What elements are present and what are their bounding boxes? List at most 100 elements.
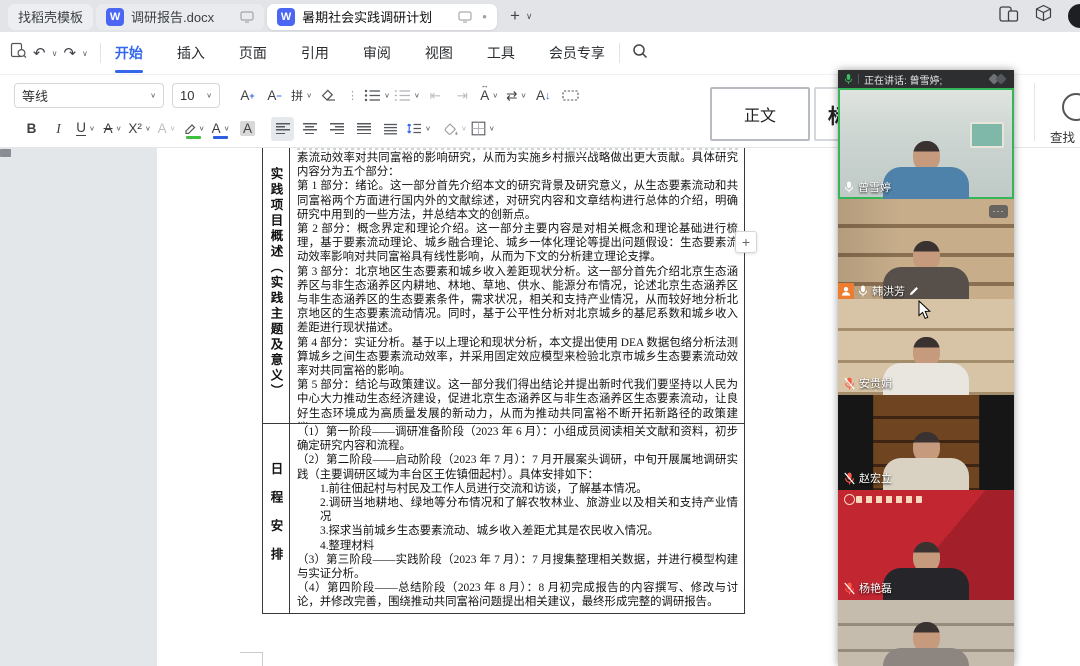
- video-tile-speaker[interactable]: 曾雪婷: [838, 88, 1014, 199]
- pinyin-guide-button[interactable]: 拼∨: [290, 84, 313, 108]
- line-spacing-button[interactable]: ∨: [406, 117, 431, 141]
- text-direction-button[interactable]: ⇄∨: [505, 84, 528, 108]
- distribute-button[interactable]: [379, 117, 402, 141]
- doc-paragraph: 第 2 部分：概念界定和理论介绍。这一部分主要内容是对相关概念和理论基础进行梳理…: [297, 222, 738, 265]
- participant-name: 安贵娟: [859, 375, 892, 391]
- doc-paragraph: 4.整理材料: [297, 539, 738, 553]
- university-banner: [856, 496, 922, 503]
- bullet-list-button[interactable]: ∨: [364, 84, 390, 108]
- ribbon-menu-bar: ↶ ∨ ↷ ∨ 开始 插入 页面 引用 审阅 视图 工具 会员专享: [0, 32, 1080, 74]
- unsaved-dot-icon: ●: [482, 12, 487, 21]
- search-icon[interactable]: [632, 43, 648, 64]
- borders-button[interactable]: ∨: [471, 117, 495, 141]
- doc-paragraph: 第 4 部分：实证分析。基于以上理论和现状分析，本文提出使用 DEA 数据包络分…: [297, 336, 738, 379]
- character-scale-button[interactable]: ↔A ∨: [478, 84, 501, 108]
- decrease-font-button[interactable]: A−: [263, 84, 286, 108]
- more-commands-chevron-icon[interactable]: ∨: [82, 49, 88, 58]
- sort-button[interactable]: A↓: [532, 84, 555, 108]
- participant-name: 韩洪芳: [872, 283, 905, 299]
- participant-name: 曾雪婷: [858, 179, 891, 195]
- mic-on-icon: [858, 285, 868, 297]
- table-insert-plus-button[interactable]: +: [735, 231, 757, 253]
- font-color-button[interactable]: A∨: [209, 117, 232, 141]
- video-tile[interactable]: 杨艳磊: [838, 490, 1014, 600]
- ribbon-tab-tools[interactable]: 工具: [485, 39, 517, 67]
- tab-document-1[interactable]: W 调研报告.docx: [96, 4, 264, 30]
- ribbon-tab-review[interactable]: 审阅: [361, 39, 393, 67]
- increase-indent-button[interactable]: ⇥: [451, 84, 474, 108]
- ruler-toggle-icon[interactable]: [0, 149, 11, 157]
- redo-button[interactable]: ↷: [63, 44, 76, 62]
- tab-document-2-active[interactable]: W 暑期社会实践调研计划 ●: [267, 4, 497, 30]
- meeting-app-logo-icon: [988, 72, 1008, 86]
- character-border-button[interactable]: [559, 84, 582, 108]
- font-family-select[interactable]: 等线 ∨: [14, 83, 164, 108]
- table-header-cell[interactable]: 日程安排: [263, 424, 290, 613]
- align-right-button[interactable]: [325, 117, 348, 141]
- video-tile[interactable]: [838, 600, 1014, 666]
- character-shading-button[interactable]: A: [236, 117, 259, 141]
- italic-button[interactable]: I: [47, 117, 70, 141]
- quick-access-toolbar: ↶ ∨ ↷ ∨: [0, 42, 88, 64]
- new-tab-button[interactable]: +: [510, 6, 520, 26]
- clear-format-eraser-icon[interactable]: [317, 84, 340, 108]
- divider: [858, 74, 859, 84]
- find-label: 查找: [1050, 127, 1075, 146]
- tab-template-store[interactable]: 找稻壳模板: [8, 4, 93, 30]
- font-size-select[interactable]: 10 ∨: [172, 83, 220, 108]
- numbered-list-button[interactable]: ∨: [394, 84, 420, 108]
- active-mic-icon: [844, 73, 853, 85]
- participant-video: [883, 141, 969, 199]
- superscript-button[interactable]: X²∨: [128, 117, 151, 141]
- bold-button[interactable]: B: [20, 117, 43, 141]
- shading-bucket-button[interactable]: ∨: [443, 117, 467, 141]
- edit-name-pencil-icon[interactable]: [909, 286, 919, 296]
- tab-label: 找稻壳模板: [18, 7, 83, 26]
- align-center-button[interactable]: [298, 117, 321, 141]
- participant-name: 赵宏立: [859, 470, 892, 486]
- increase-font-button[interactable]: A+: [236, 84, 259, 108]
- justify-button[interactable]: [352, 117, 375, 141]
- table-body-cell[interactable]: （1）第一阶段——调研准备阶段（2023 年 6 月）：小组成员阅读相关文献和资…: [290, 424, 744, 613]
- row-header-vertical-text: 实践项目概述（实践主题及意义）: [267, 167, 286, 400]
- text-effects-button[interactable]: A∨: [155, 117, 178, 141]
- decrease-indent-button[interactable]: ⇤: [424, 84, 447, 108]
- undo-chevron-icon[interactable]: ∨: [52, 49, 58, 58]
- tab-list-chevron-icon[interactable]: ∨: [526, 11, 533, 22]
- underline-button[interactable]: U∨: [74, 117, 97, 141]
- find-magnifier-icon: [1062, 93, 1080, 121]
- participant-video: [883, 337, 969, 395]
- participant-name: 杨艳磊: [859, 580, 892, 596]
- ribbon-tab-view[interactable]: 视图: [423, 39, 455, 67]
- video-tile[interactable]: ··· 韩洪芳: [838, 199, 1014, 299]
- ribbon-tab-home[interactable]: 开始: [113, 39, 145, 67]
- undo-button[interactable]: ↶: [33, 44, 46, 62]
- highlight-color-button[interactable]: ∨: [182, 117, 205, 141]
- strikethrough-button[interactable]: A∨: [101, 117, 124, 141]
- chevron-down-icon: ∨: [206, 92, 212, 100]
- ribbon-tab-page[interactable]: 页面: [237, 39, 269, 67]
- document-table[interactable]: 实践项目概述（实践主题及意义） 素流动效率对共同富裕的影响研究，从而为实施乡村振…: [262, 148, 745, 614]
- table-header-cell[interactable]: 实践项目概述（实践主题及意义）: [263, 148, 290, 423]
- mic-muted-icon: [844, 472, 855, 485]
- video-tile[interactable]: 赵宏立: [838, 395, 1014, 490]
- participant-video: [883, 542, 969, 600]
- table-body-cell[interactable]: 素流动效率对共同富裕的影响研究，从而为实施乡村振兴战略做出更大贡献。具体研究内容…: [290, 148, 744, 423]
- ribbon-tabs: 开始 插入 页面 引用 审阅 视图 工具 会员专享: [113, 39, 607, 67]
- align-left-button[interactable]: [271, 117, 294, 141]
- divider: [100, 43, 101, 63]
- ribbon-tab-member[interactable]: 会员专享: [547, 39, 607, 67]
- devices-icon[interactable]: [999, 5, 1019, 28]
- ribbon-tab-insert[interactable]: 插入: [175, 39, 207, 67]
- video-meeting-panel[interactable]: 正在讲话: 曾雪婷; 曾雪婷 ··· 韩洪芳: [838, 70, 1014, 666]
- ribbon-tab-reference[interactable]: 引用: [299, 39, 331, 67]
- more-options-button[interactable]: ···: [989, 205, 1008, 218]
- style-gallery-body-text[interactable]: 正文: [710, 87, 810, 141]
- doc-paragraph: 第 5 部分：结论与政策建议。这一部分我们得出结论并提出新时代我们要坚持以人民为…: [297, 378, 738, 423]
- table-row: 日程安排 （1）第一阶段——调研准备阶段（2023 年 6 月）：小组成员阅读相…: [263, 424, 744, 613]
- integration-cube-icon[interactable]: [1034, 4, 1053, 28]
- user-avatar[interactable]: [1068, 4, 1080, 28]
- print-preview-icon[interactable]: [10, 42, 27, 64]
- font-size-value: 10: [180, 88, 203, 103]
- table-row: 实践项目概述（实践主题及意义） 素流动效率对共同富裕的影响研究，从而为实施乡村振…: [263, 148, 744, 424]
